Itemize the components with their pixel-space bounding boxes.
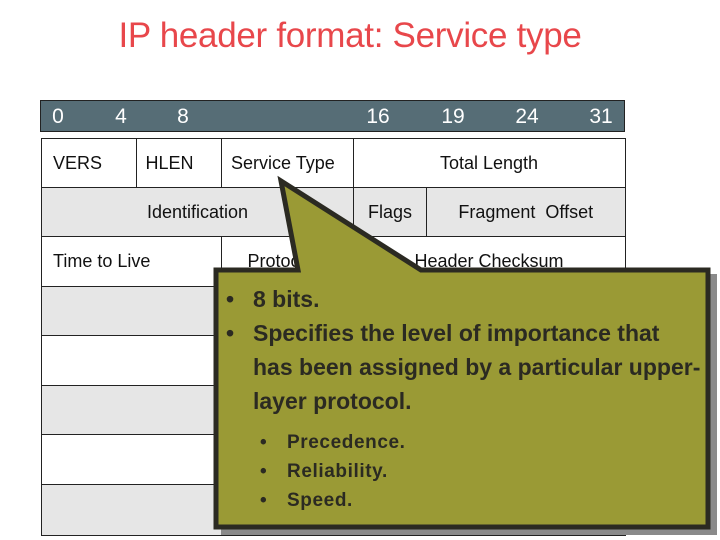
callout-subpoint: Precedence. <box>222 428 702 457</box>
callout-subpoint: Reliability. <box>222 457 702 486</box>
callout-point: 8 bits. <box>222 282 702 316</box>
callout-subpoint: Speed. <box>222 486 702 515</box>
callout-subpoints: Precedence. Reliability. Speed. <box>222 428 702 515</box>
callout-point: Specifies the level of importance that h… <box>222 316 702 418</box>
callout-text: 8 bits. Specifies the level of importanc… <box>222 282 702 515</box>
